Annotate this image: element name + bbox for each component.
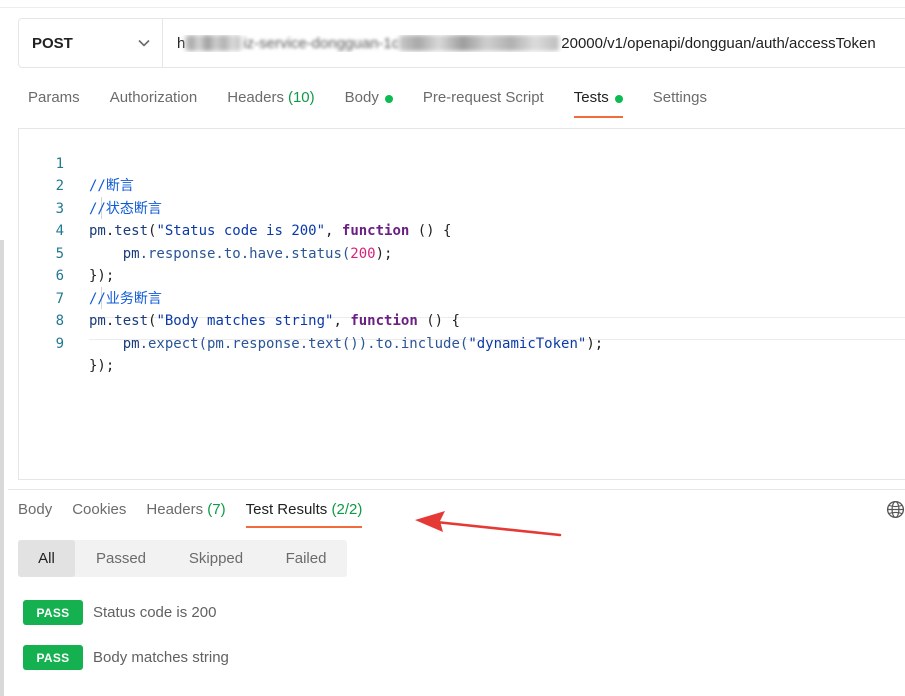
code-line: 9 }); xyxy=(19,310,905,375)
body-indicator-dot xyxy=(384,95,393,103)
code-line: 5 }); xyxy=(19,220,905,285)
request-tabs: Params Authorization Headers (10) Body Pr… xyxy=(28,84,737,120)
tab-body[interactable]: Body xyxy=(345,84,393,118)
test-filter-group: All Passed Skipped Failed xyxy=(18,540,347,577)
test-result-row: PASS Status code is 200 xyxy=(23,600,216,625)
test-name: Status code is 200 xyxy=(93,604,217,621)
filter-all[interactable]: All xyxy=(18,540,75,577)
pane-divider[interactable] xyxy=(8,489,905,490)
test-name: Body matches string xyxy=(93,649,229,666)
url-end: 20000/v1/openapi/dongguan/auth/accessTok… xyxy=(561,34,876,52)
url-start: h xyxy=(177,34,186,52)
code-line: 3 pm.test("Status code is 200", function… xyxy=(19,175,905,240)
url-redacted-segment xyxy=(399,35,560,51)
code-line: 2 //状态断言 xyxy=(19,153,905,217)
code-line: 7 pm.test("Body matches string", functio… xyxy=(19,265,905,330)
tab-params[interactable]: Params xyxy=(28,84,80,118)
response-tabs: Body Cookies Headers (7) Test Results (2… xyxy=(18,496,382,530)
method-select[interactable]: POST xyxy=(19,19,163,67)
response-headers-count: (7) xyxy=(203,501,226,518)
pass-badge: PASS xyxy=(23,645,83,670)
code-line: 4 pm.response.to.have.status(200); xyxy=(19,198,905,262)
top-divider xyxy=(0,7,905,8)
tests-indicator-dot xyxy=(614,95,623,103)
tab-test-results[interactable]: Test Results (2/2) xyxy=(245,496,363,528)
tab-response-headers[interactable]: Headers (7) xyxy=(146,496,225,528)
tab-settings[interactable]: Settings xyxy=(653,84,707,118)
tab-authorization[interactable]: Authorization xyxy=(110,84,198,118)
url-input[interactable]: h iz-service-dongguan-1c 20000/v1/openap… xyxy=(163,35,905,52)
filter-passed[interactable]: Passed xyxy=(75,540,167,577)
headers-count: (10) xyxy=(287,89,315,106)
method-label: POST xyxy=(32,34,73,52)
code-line: 6 //业务断言 xyxy=(19,243,905,307)
globe-icon[interactable] xyxy=(886,500,905,519)
tests-code-editor[interactable]: 1 //断言 2 //状态断言 3 pm.test("Status code i… xyxy=(18,128,905,480)
tab-tests[interactable]: Tests xyxy=(573,84,623,118)
left-scrollbar[interactable] xyxy=(0,240,4,696)
tab-cookies[interactable]: Cookies xyxy=(72,496,126,528)
code-line: 1 //断言 xyxy=(19,130,905,195)
url-middle: iz-service-dongguan-1c xyxy=(243,34,400,52)
tab-headers[interactable]: Headers (10) xyxy=(227,84,314,118)
pass-badge: PASS xyxy=(23,600,83,625)
filter-failed[interactable]: Failed xyxy=(265,540,347,577)
line-number: 9 xyxy=(55,335,64,352)
test-result-row: PASS Body matches string xyxy=(23,645,229,670)
filter-skipped[interactable]: Skipped xyxy=(167,540,265,577)
tab-response-body[interactable]: Body xyxy=(18,496,52,528)
arrow-icon xyxy=(415,511,562,537)
url-redacted-segment xyxy=(185,35,242,51)
chevron-down-icon xyxy=(138,39,150,47)
code-line: 8 pm.expect(pm.response.text()).to.inclu… xyxy=(19,288,905,352)
test-results-count: (2/2) xyxy=(327,501,363,518)
tab-pre-request-script[interactable]: Pre-request Script xyxy=(423,84,544,118)
url-bar: POST h iz-service-dongguan-1c 20000/v1/o… xyxy=(18,18,905,68)
